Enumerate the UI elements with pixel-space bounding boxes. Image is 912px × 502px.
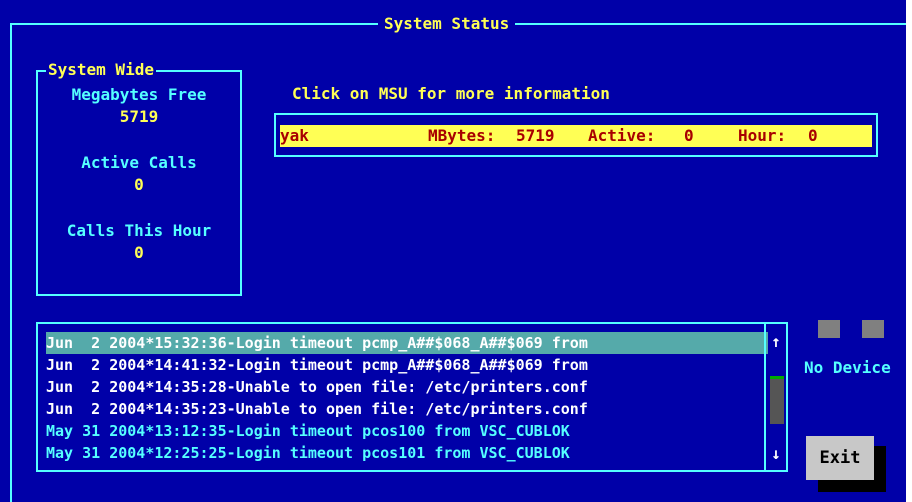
msu-mbytes-value: 5719 [516,126,555,145]
device-indicator-left [818,320,840,338]
calls-this-hour-label: Calls This Hour [66,221,212,240]
log-line[interactable]: May 31 2004*12:25:25-Login timeout pcos1… [46,442,768,464]
msu-mbytes-label: MBytes: [428,126,496,145]
system-wide-title: System Wide [46,60,156,80]
msu-hint: Click on MSU for more information [292,84,610,103]
log-line[interactable]: Jun 2 2004*15:32:36-Login timeout pcmp_A… [46,332,768,354]
exit-button[interactable]: Exit [806,436,874,480]
msu-name: yak [280,126,309,145]
msu-list: yak MBytes: 5719 Active: 0 Hour: 0 [274,113,878,157]
device-indicator-right [862,320,884,338]
log-line[interactable]: Jun 2 2004*14:41:32-Login timeout pcmp_A… [46,354,768,376]
scroll-down-arrow-icon[interactable]: ↓ [768,442,784,466]
msu-hour-label: Hour: [738,126,787,145]
active-calls-value: 0 [134,175,144,194]
msu-active-label: Active: [588,126,656,145]
scrollbar-thumb[interactable] [770,376,784,424]
window-title: System Status [378,14,516,34]
scrollbar-track [764,324,766,470]
device-status: No Device [804,358,891,377]
megabytes-free-label: Megabytes Free [71,85,207,104]
system-wide-panel: System Wide Megabytes Free 5719 Active C… [36,60,242,296]
log-line[interactable]: Jun 2 2004*14:35:23-Unable to open file:… [46,398,768,420]
active-calls-label: Active Calls [81,153,197,172]
msu-hour-value: 0 [808,126,818,145]
frame-left [10,23,12,502]
log-line[interactable]: Jun 2 2004*14:35:28-Unable to open file:… [46,376,768,398]
megabytes-free-value: 5719 [119,107,159,126]
msu-active-value: 0 [684,126,694,145]
system-status-screen: System Status System Wide Megabytes Free… [0,0,906,502]
msu-row-yak[interactable]: yak MBytes: 5719 Active: 0 Hour: 0 [280,125,872,147]
log-list[interactable]: Jun 2 2004*15:32:36-Login timeout pcmp_A… [36,322,788,472]
scroll-up-arrow-icon[interactable]: ↑ [768,330,784,354]
log-line[interactable]: May 31 2004*13:12:35-Login timeout pcos1… [46,420,768,442]
calls-this-hour-value: 0 [134,243,144,262]
